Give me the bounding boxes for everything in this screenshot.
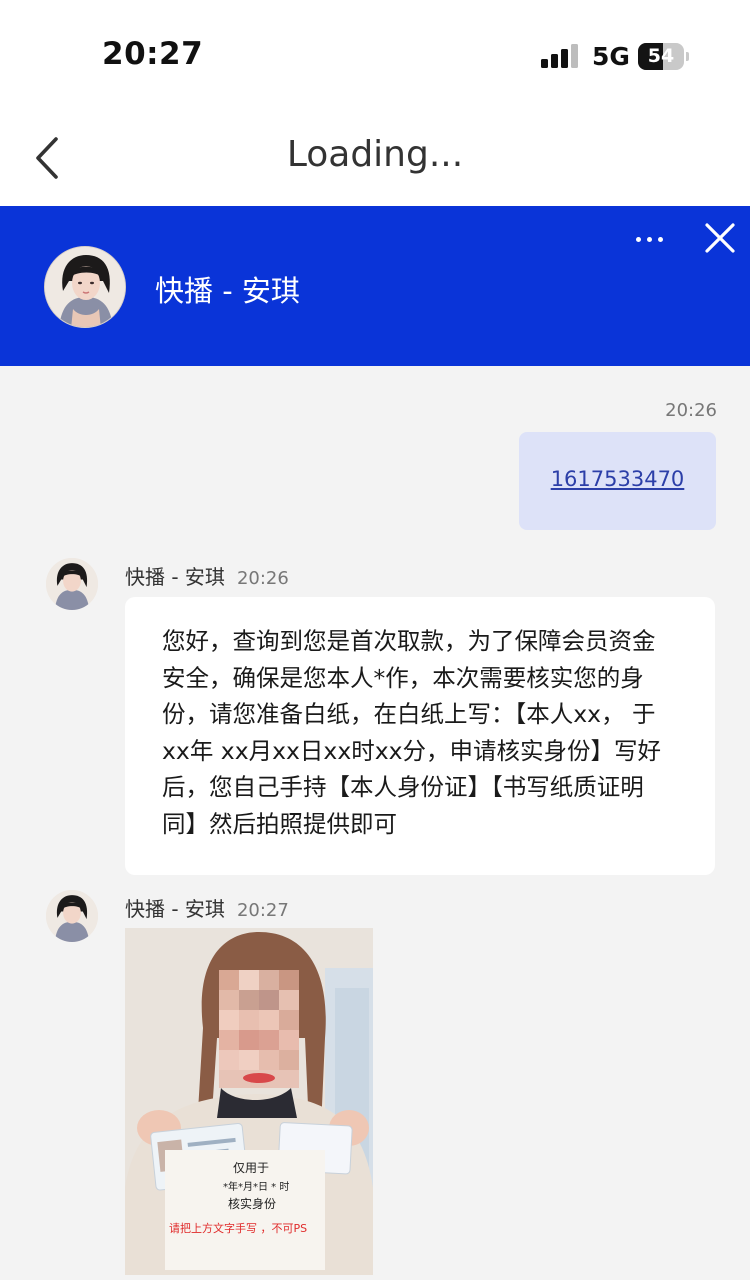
agent-avatar[interactable] xyxy=(44,246,126,328)
more-button[interactable] xyxy=(628,224,672,254)
message-time: 20:26 xyxy=(236,568,289,589)
battery-level: 54 xyxy=(647,45,675,67)
sender-avatar[interactable] xyxy=(46,890,98,942)
avatar-image xyxy=(45,247,125,327)
image-message[interactable]: 仅用于 *年*月*日 * 时 核实身份 请把上方文字手写 ，不可PS xyxy=(125,928,373,1275)
sender-name: 快播 - 安琪 xyxy=(125,565,225,589)
sender-avatar[interactable] xyxy=(46,558,98,610)
sender-line: 快播 - 安琪 20:27 xyxy=(125,893,289,922)
nav-bar: Loading... xyxy=(0,110,750,206)
note-line: 仅用于 xyxy=(233,1161,269,1175)
battery-icon: 54 xyxy=(638,43,689,70)
close-button[interactable] xyxy=(700,218,740,258)
note-caption: 请把上方文字手写 ，不可PS xyxy=(169,1221,307,1235)
avatar-image xyxy=(46,890,98,942)
chat-header: 快播 - 安琪 xyxy=(0,206,750,366)
status-time: 20:27 xyxy=(102,36,204,72)
received-message-bubble: 您好，查询到您是首次取款，为了保障会员资金 安全，确保是您本人*作，本次需要核实… xyxy=(125,597,715,875)
sender-line: 快播 - 安琪 20:26 xyxy=(125,561,289,590)
note-line: 核实身份 xyxy=(228,1196,276,1211)
sender-name: 快播 - 安琪 xyxy=(125,897,225,921)
received-message-text: 您好，查询到您是首次取款，为了保障会员资金 安全，确保是您本人*作，本次需要核实… xyxy=(162,627,662,838)
message-time: 20:26 xyxy=(665,400,717,421)
avatar-image xyxy=(46,558,98,610)
agent-name: 快播 - 安琪 xyxy=(155,274,300,308)
sent-message-bubble: 1617533470 xyxy=(519,432,716,530)
signal-icon xyxy=(541,44,581,68)
status-bar: 20:27 5G 54 xyxy=(0,0,750,110)
network-label: 5G xyxy=(592,42,630,71)
note-line: *年*月*日 * 时 xyxy=(223,1180,289,1193)
message-time: 20:27 xyxy=(236,900,289,921)
page-title: Loading... xyxy=(286,134,464,175)
pixelated-face xyxy=(219,970,299,1088)
close-icon xyxy=(705,223,735,253)
sent-message-link[interactable]: 1617533470 xyxy=(519,467,716,491)
id-verification-photo: 仅用于 *年*月*日 * 时 核实身份 请把上方文字手写 ，不可PS xyxy=(125,928,373,1275)
handwritten-note: 仅用于 *年*月*日 * 时 核实身份 请把上方文字手写 ，不可PS xyxy=(165,1150,325,1270)
